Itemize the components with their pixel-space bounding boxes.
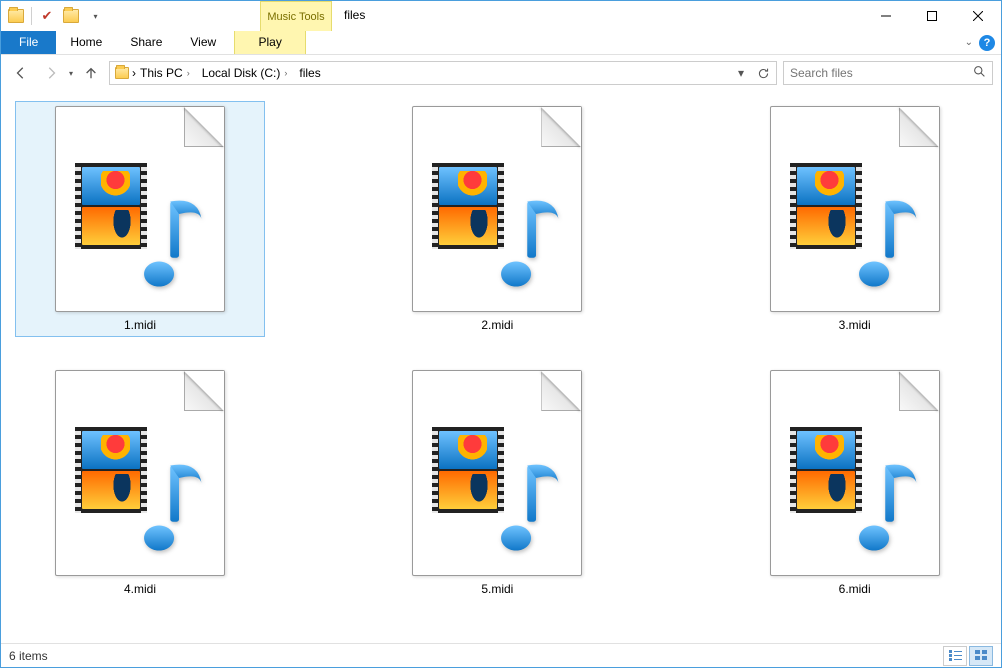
breadcrumb-segment[interactable]: This PC› xyxy=(136,62,198,84)
chevron-right-icon[interactable]: › xyxy=(183,68,194,78)
tab-view[interactable]: View xyxy=(176,31,230,54)
minimize-button[interactable] xyxy=(863,1,909,31)
file-item[interactable]: 4.midi xyxy=(15,365,265,601)
file-name: 1.midi xyxy=(124,318,156,332)
file-thumbnail xyxy=(55,370,225,576)
recent-locations-dropdown[interactable]: ▾ xyxy=(69,69,73,78)
qat-properties-icon[interactable]: ✔ xyxy=(36,5,58,27)
search-box[interactable] xyxy=(783,61,993,85)
breadcrumb-label: files xyxy=(299,66,320,80)
maximize-button[interactable] xyxy=(909,1,955,31)
contextual-tab-header: Music Tools xyxy=(260,1,332,31)
search-input[interactable] xyxy=(790,66,973,80)
qat-customize-dropdown[interactable]: ▾ xyxy=(84,5,106,27)
music-note-icon xyxy=(127,189,211,289)
search-icon[interactable] xyxy=(973,65,986,81)
ribbon-tabs: File Home Share View Play ⌄ ? xyxy=(1,31,1001,55)
music-note-icon xyxy=(484,189,568,289)
tab-share[interactable]: Share xyxy=(116,31,176,54)
file-thumbnail xyxy=(55,106,225,312)
file-item[interactable]: 3.midi xyxy=(730,101,980,337)
music-note-icon xyxy=(127,453,211,553)
close-button[interactable] xyxy=(955,1,1001,31)
breadcrumb-segment[interactable]: files xyxy=(295,62,324,84)
breadcrumb-segment[interactable]: Local Disk (C:)› xyxy=(198,62,296,84)
file-name: 2.midi xyxy=(481,318,513,332)
file-name: 5.midi xyxy=(481,582,513,596)
file-name: 6.midi xyxy=(839,582,871,596)
file-thumbnail xyxy=(412,370,582,576)
address-bar-folder-icon xyxy=(112,67,132,79)
back-button[interactable] xyxy=(9,61,33,85)
view-details-button[interactable] xyxy=(943,646,967,666)
file-list: 1.midi xyxy=(1,91,1001,643)
file-thumbnail xyxy=(412,106,582,312)
address-bar[interactable]: › This PC› Local Disk (C:)› files ▾ xyxy=(109,61,777,85)
qat-folder-icon[interactable] xyxy=(5,5,27,27)
file-item[interactable]: 6.midi xyxy=(730,365,980,601)
status-bar: 6 items xyxy=(1,643,1001,667)
qat-separator xyxy=(31,7,32,25)
forward-button[interactable] xyxy=(39,61,63,85)
titlebar: ✔ ▾ Music Tools files xyxy=(1,1,1001,31)
help-icon[interactable]: ? xyxy=(979,35,995,51)
music-note-icon xyxy=(484,453,568,553)
quick-access-toolbar: ✔ ▾ xyxy=(1,1,110,31)
tab-home[interactable]: Home xyxy=(56,31,116,54)
file-item[interactable]: 1.midi xyxy=(15,101,265,337)
up-button[interactable] xyxy=(79,61,103,85)
ribbon-expand-icon[interactable]: ⌄ xyxy=(965,37,973,48)
breadcrumb-label: Local Disk (C:) xyxy=(202,66,281,80)
refresh-button[interactable] xyxy=(752,62,774,84)
file-item[interactable]: 5.midi xyxy=(372,365,622,601)
breadcrumb-label: This PC xyxy=(140,66,183,80)
qat-newfolder-icon[interactable] xyxy=(60,5,82,27)
address-dropdown-button[interactable]: ▾ xyxy=(730,62,752,84)
file-name: 4.midi xyxy=(124,582,156,596)
view-largeicons-button[interactable] xyxy=(969,646,993,666)
tab-play[interactable]: Play xyxy=(234,31,306,54)
file-item[interactable]: 2.midi xyxy=(372,101,622,337)
contextual-tab-label: Music Tools xyxy=(261,10,331,23)
music-note-icon xyxy=(842,189,926,289)
tab-file[interactable]: File xyxy=(1,31,56,54)
window-title: files xyxy=(332,1,863,31)
window-controls xyxy=(863,1,1001,31)
file-thumbnail xyxy=(770,370,940,576)
music-note-icon xyxy=(842,453,926,553)
status-item-count: 6 items xyxy=(9,649,48,663)
file-thumbnail xyxy=(770,106,940,312)
chevron-right-icon[interactable]: › xyxy=(280,68,291,78)
navigation-bar: ▾ › This PC› Local Disk (C:)› files ▾ xyxy=(1,55,1001,91)
file-name: 3.midi xyxy=(839,318,871,332)
